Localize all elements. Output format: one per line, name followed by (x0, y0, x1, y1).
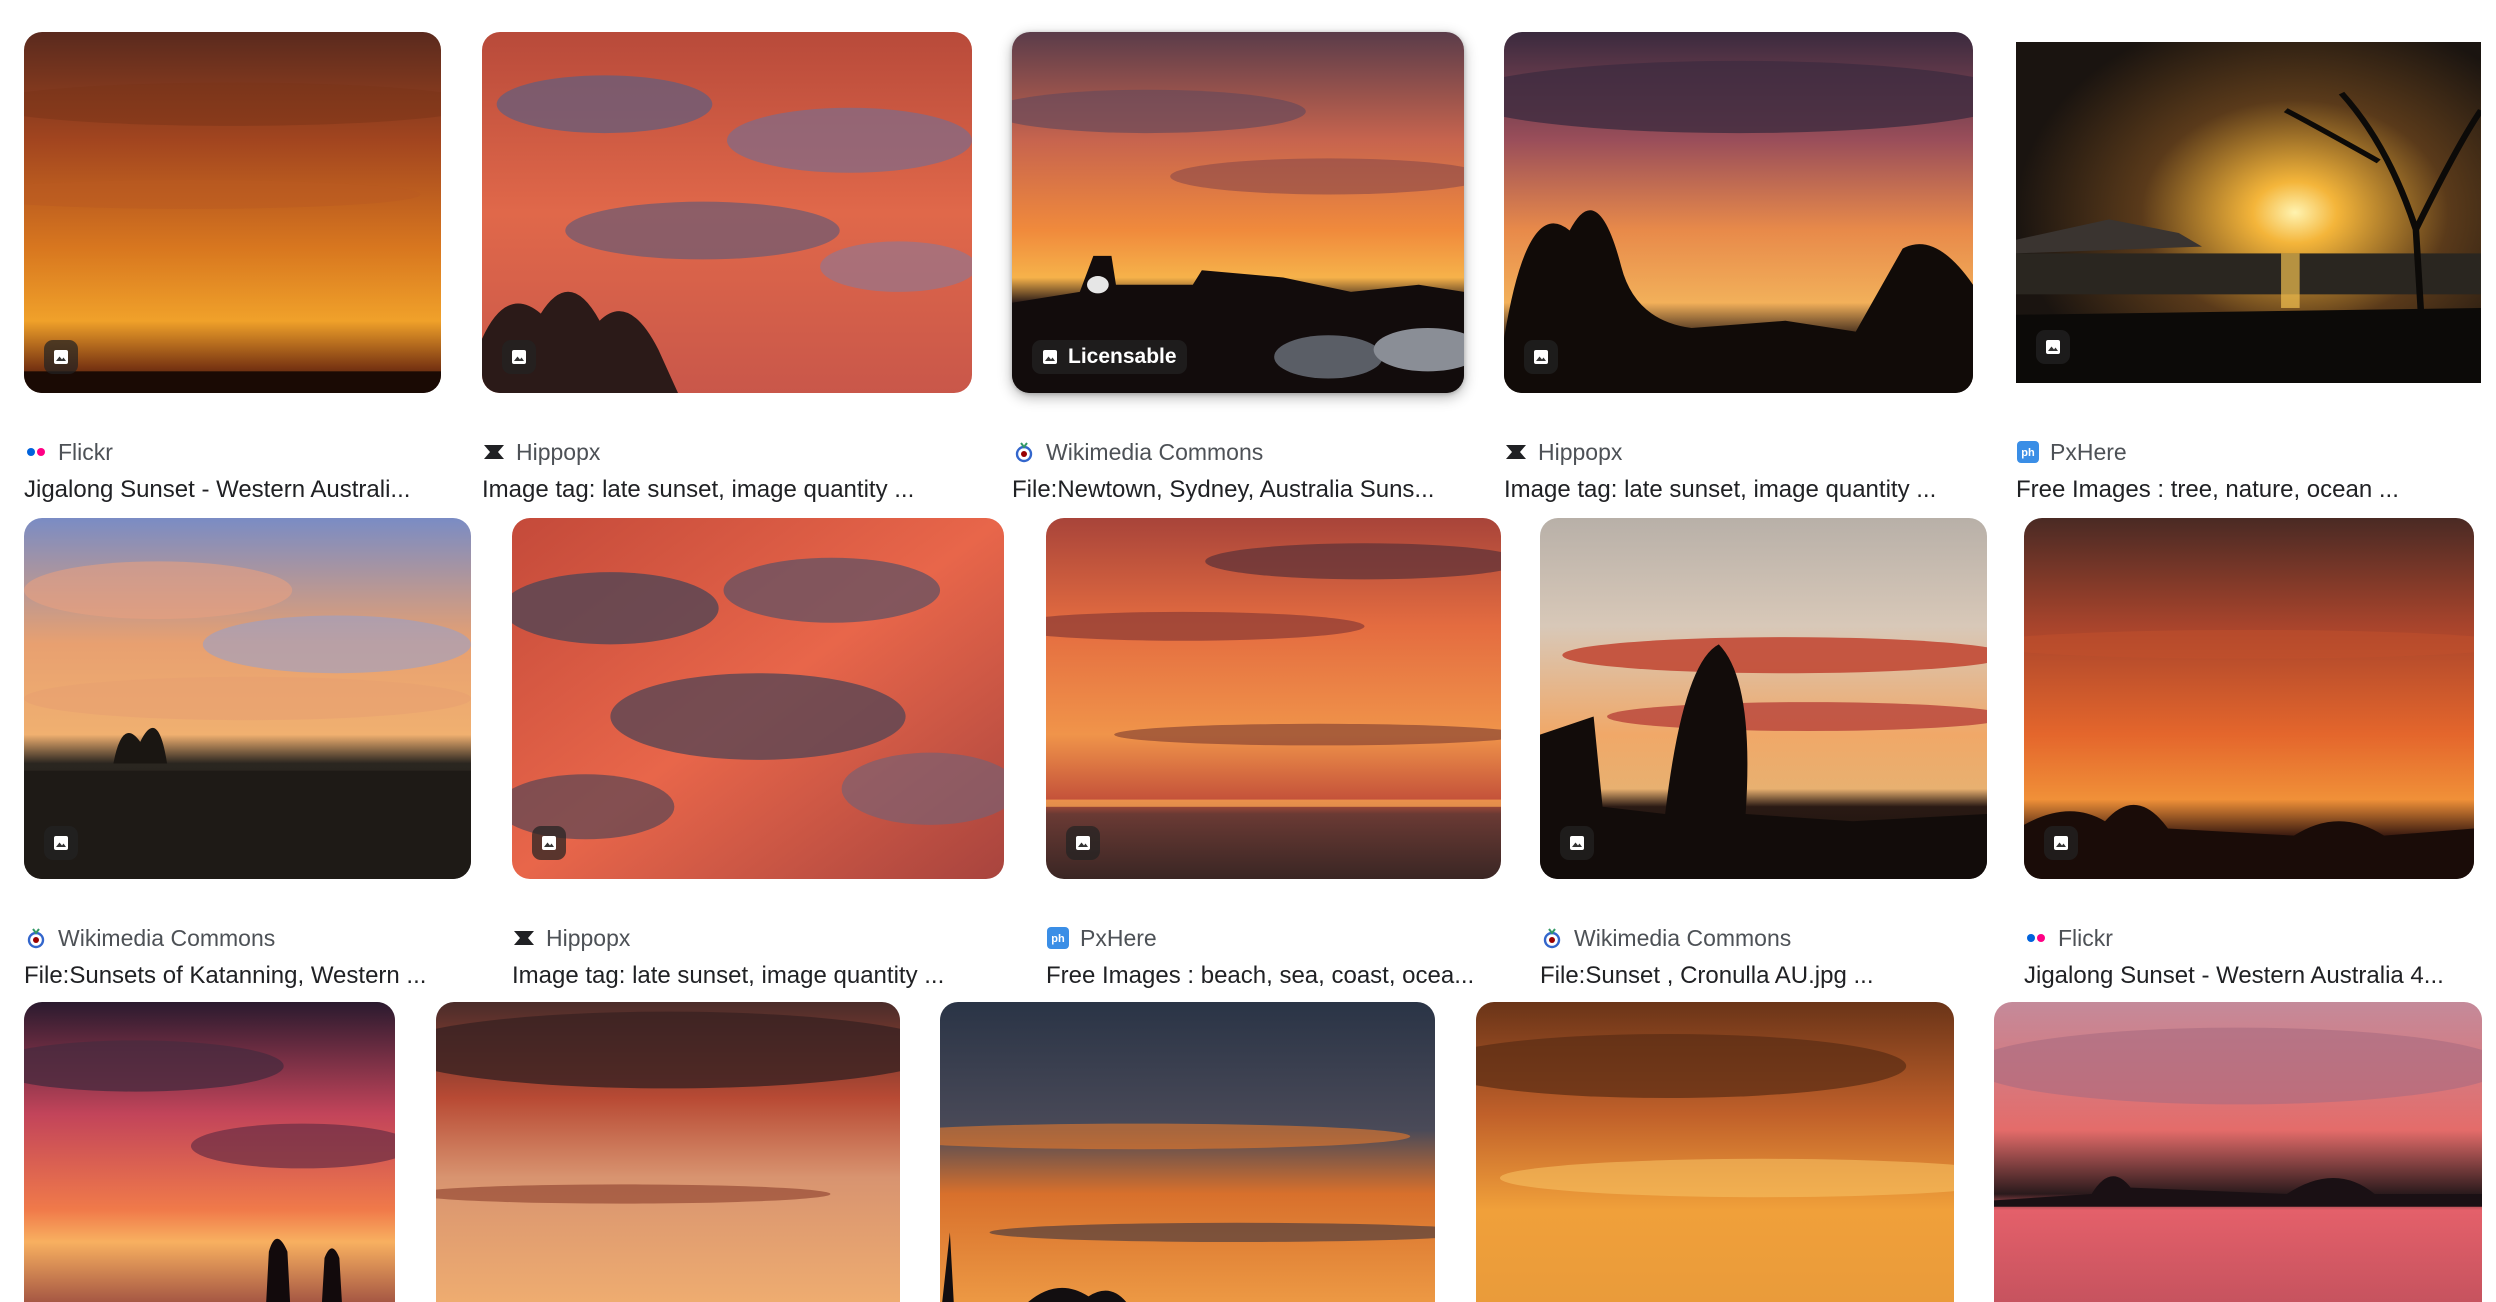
source-name: PxHere (1080, 924, 1157, 951)
source-name: Hippopx (516, 438, 601, 465)
image-icon (2046, 340, 2060, 354)
source-name: PxHere (2050, 438, 2127, 465)
source-name: Wikimedia Commons (1574, 924, 1792, 951)
svg-text:ph: ph (1051, 933, 1065, 945)
result-thumbnail[interactable] (1504, 32, 1973, 393)
result-title[interactable]: Image tag: late sunset, image quantity .… (1504, 476, 1973, 508)
result-title[interactable]: Free Images : beach, sea, coast, ocea... (1046, 962, 1501, 994)
result-source[interactable]: Hippopx (1504, 437, 1622, 467)
result-source[interactable]: Hippopx (512, 923, 630, 953)
pxhere-icon: ph (2016, 440, 2040, 464)
result-thumbnail[interactable] (436, 1002, 900, 1302)
source-name: Wikimedia Commons (58, 924, 276, 951)
image-type-badge (44, 340, 78, 374)
result-thumbnail[interactable] (512, 518, 1004, 879)
result-thumbnail[interactable] (1046, 518, 1501, 879)
licensable-badge[interactable]: Licensable (1032, 340, 1187, 374)
result-thumbnail[interactable] (1994, 1002, 2482, 1302)
result-title[interactable]: File:Sunset , Cronulla AU.jpg ... (1540, 962, 1987, 994)
image-icon (1534, 350, 1548, 364)
result-thumbnail[interactable] (940, 1002, 1435, 1302)
result-source[interactable]: ph PxHere (2016, 437, 2127, 467)
result-source[interactable]: Flickr (2024, 923, 2113, 953)
result-thumbnail[interactable] (1540, 518, 1987, 879)
image-icon (54, 836, 68, 850)
result-thumbnail[interactable] (2016, 42, 2481, 383)
image-results-grid: Flickr Jigalong Sunset - Western Austral… (0, 0, 2496, 1302)
image-icon (54, 350, 68, 364)
result-thumbnail[interactable]: Licensable (1012, 32, 1464, 393)
image-icon (2054, 836, 2068, 850)
image-type-badge (502, 340, 536, 374)
image-icon (1043, 350, 1057, 364)
hippopx-icon (512, 926, 536, 950)
source-name: Hippopx (546, 924, 631, 951)
image-type-badge (44, 826, 78, 860)
result-title[interactable]: File:Sunsets of Katanning, Western ... (24, 962, 471, 994)
result-source[interactable]: Wikimedia Commons (24, 923, 275, 953)
wikimedia-icon (24, 926, 48, 950)
image-type-badge (2036, 330, 2070, 364)
wikimedia-icon (1540, 926, 1564, 950)
image-type-badge (1524, 340, 1558, 374)
svg-text:ph: ph (2021, 447, 2035, 459)
source-name: Flickr (2058, 924, 2113, 951)
result-thumbnail[interactable] (482, 32, 972, 393)
result-source[interactable]: ph PxHere (1046, 923, 1157, 953)
result-title[interactable]: Jigalong Sunset - Western Australia 4... (2024, 962, 2474, 994)
hippopx-icon (1504, 440, 1528, 464)
pxhere-icon: ph (1046, 926, 1070, 950)
result-thumbnail[interactable] (24, 1002, 395, 1302)
licensable-label: Licensable (1068, 345, 1177, 368)
image-icon (1076, 836, 1090, 850)
result-title[interactable]: File:Newtown, Sydney, Australia Suns... (1012, 476, 1464, 508)
result-title[interactable]: Image tag: late sunset, image quantity .… (512, 962, 1004, 994)
image-icon (1570, 836, 1584, 850)
result-title[interactable]: Jigalong Sunset - Western Australi... (24, 476, 441, 508)
result-thumbnail[interactable] (24, 518, 471, 879)
image-icon (542, 836, 556, 850)
result-thumbnail[interactable] (24, 32, 441, 393)
image-type-badge (1560, 826, 1594, 860)
image-icon (512, 350, 526, 364)
result-title[interactable]: Image tag: late sunset, image quantity .… (482, 476, 972, 508)
result-thumbnail[interactable] (2024, 518, 2474, 879)
flickr-icon (24, 440, 48, 464)
image-type-badge (2044, 826, 2078, 860)
result-thumbnail[interactable] (1476, 1002, 1954, 1302)
result-source[interactable]: Wikimedia Commons (1540, 923, 1791, 953)
source-name: Hippopx (1538, 438, 1623, 465)
flickr-icon (2024, 926, 2048, 950)
result-source[interactable]: Flickr (24, 437, 113, 467)
result-source[interactable]: Hippopx (482, 437, 600, 467)
source-name: Flickr (58, 438, 113, 465)
image-type-badge (1066, 826, 1100, 860)
wikimedia-icon (1012, 440, 1036, 464)
image-type-badge (532, 826, 566, 860)
result-title[interactable]: Free Images : tree, nature, ocean ... (2016, 476, 2481, 508)
hippopx-icon (482, 440, 506, 464)
result-source[interactable]: Wikimedia Commons (1012, 437, 1263, 467)
source-name: Wikimedia Commons (1046, 438, 1264, 465)
